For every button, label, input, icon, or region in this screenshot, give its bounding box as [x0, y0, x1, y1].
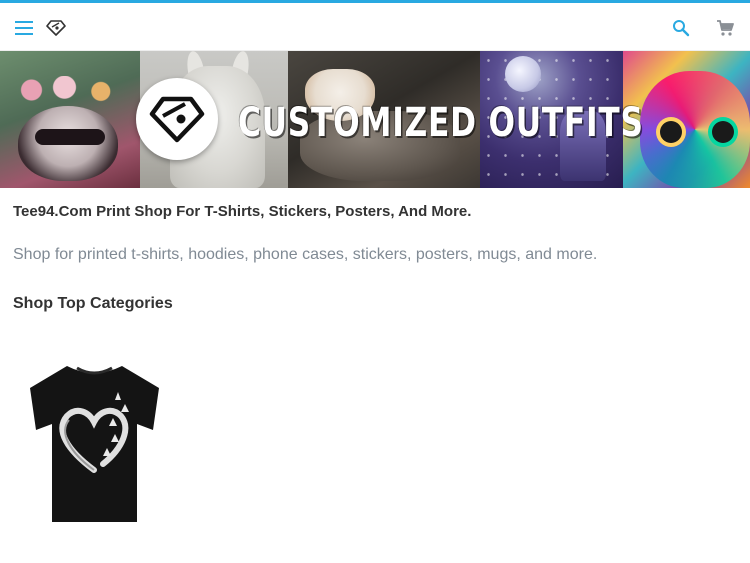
flower-crown — [15, 76, 125, 104]
section-heading: Shop Top Categories — [13, 295, 173, 312]
search-button[interactable] — [670, 17, 692, 39]
hero-banner[interactable]: CUSTOMIZED OUTFITS — [0, 51, 750, 188]
shopping-cart-icon — [717, 20, 734, 36]
page-subtitle: Shop for printed t-shirts, hoodies, phon… — [13, 246, 598, 263]
home-logo-link[interactable] — [45, 17, 67, 39]
raccoon-mask — [35, 129, 105, 145]
dog-eye — [712, 121, 734, 143]
banner-title: CUSTOMIZED OUTFITS — [238, 100, 644, 146]
hamburger-menu-icon — [15, 21, 33, 35]
top-header — [0, 3, 750, 51]
menu-button[interactable] — [13, 17, 35, 39]
dog-eye — [660, 121, 682, 143]
search-icon — [673, 20, 690, 37]
cart-button[interactable] — [714, 17, 736, 39]
page-heading: Tee94.Com Print Shop For T-Shirts, Stick… — [13, 203, 472, 220]
banner-logo-badge — [136, 78, 218, 160]
category-tile-tshirt[interactable] — [27, 360, 162, 525]
moon — [505, 56, 541, 92]
diamond-logo-icon — [149, 96, 205, 143]
diamond-logo-icon — [46, 20, 66, 36]
tshirt-heart-image — [30, 366, 159, 522]
